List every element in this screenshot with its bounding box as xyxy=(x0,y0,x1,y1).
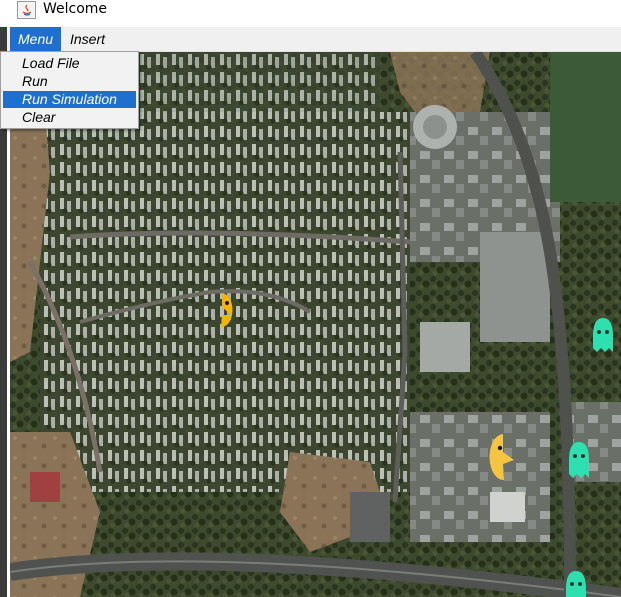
title-bar[interactable]: Welcome xyxy=(0,0,621,27)
menu-item-load-file[interactable]: Load File xyxy=(3,55,136,72)
pacman-icon[interactable] xyxy=(209,291,235,329)
satellite-map-image xyxy=(10,52,621,597)
menu-item-run[interactable]: Run xyxy=(3,73,136,90)
satellite-map[interactable] xyxy=(10,52,621,597)
ghost-icon[interactable] xyxy=(564,569,588,597)
menu-item-clear[interactable]: Clear xyxy=(3,109,136,126)
menu-bar: Menu Insert xyxy=(7,27,621,52)
pacman-icon[interactable] xyxy=(487,432,519,482)
menu-menu[interactable]: Menu xyxy=(10,27,61,51)
menu-dropdown: Load File Run Run Simulation Clear xyxy=(0,51,139,129)
menu-item-run-simulation[interactable]: Run Simulation xyxy=(3,91,136,108)
ghost-icon[interactable] xyxy=(567,440,591,480)
window-title: Welcome xyxy=(43,1,108,17)
ghost-icon[interactable] xyxy=(591,316,615,354)
menu-insert[interactable]: Insert xyxy=(62,27,122,51)
java-app-icon xyxy=(17,1,36,19)
